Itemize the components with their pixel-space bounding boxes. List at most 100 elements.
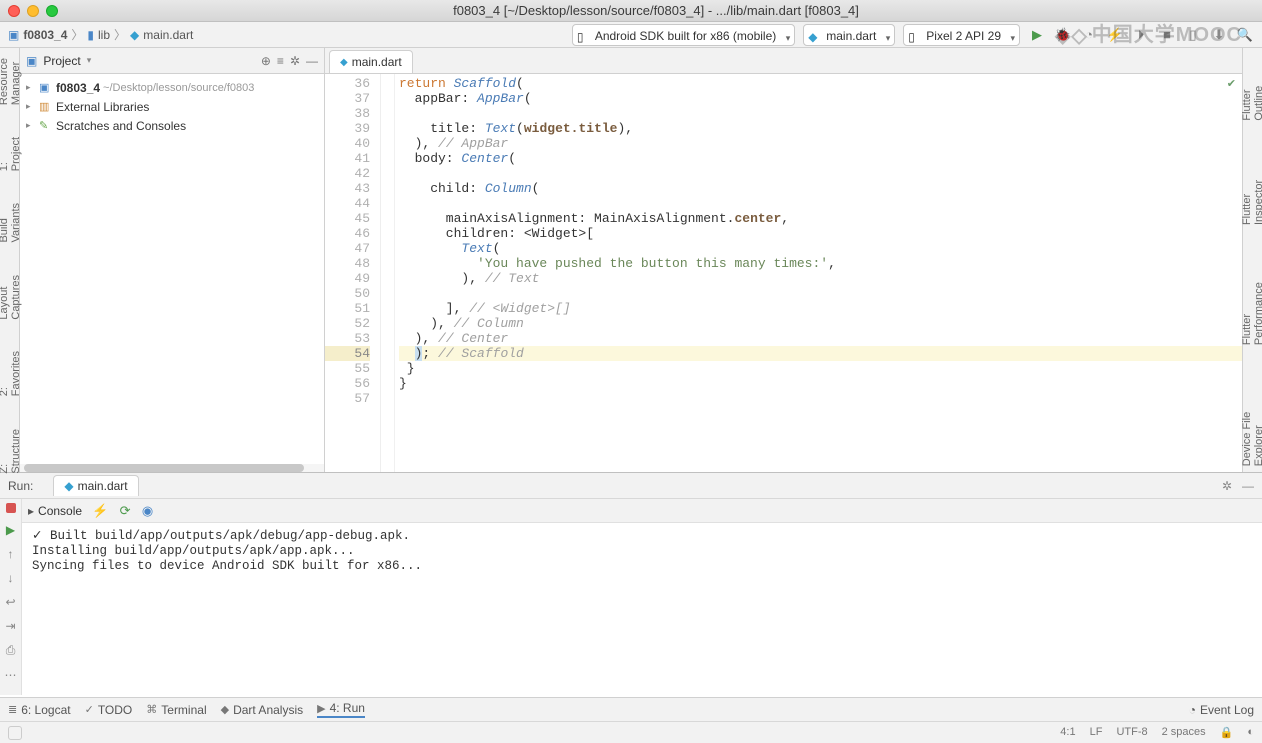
editor-area: ◆ main.dart 3637383940414243444546474849… [325, 48, 1242, 472]
device-selector[interactable]: ▯ Android SDK built for x86 (mobile) ▾ [572, 24, 795, 46]
bottom-tab-terminal[interactable]: ⌘Terminal [146, 703, 206, 717]
close-window[interactable] [8, 5, 20, 17]
horizontal-scrollbar[interactable] [20, 464, 324, 472]
rail-structure[interactable]: Z: Structure [0, 423, 22, 480]
editor-body[interactable]: 3637383940414243444546474849505152535455… [325, 74, 1242, 472]
window-title: f0803_4 [~/Desktop/lesson/source/f0803_4… [58, 3, 1254, 18]
crumb-folder[interactable]: lib [98, 28, 110, 42]
project-panel-header: ▣ Project ▾ ⊕ ≡ ✲ — [20, 48, 324, 74]
step-up-icon[interactable]: ↑ [8, 547, 14, 561]
run-config-label: main.dart [826, 29, 876, 43]
hot-reload-icon[interactable]: ⚡ [92, 503, 108, 518]
dart-file-icon: ◆ [340, 57, 348, 68]
run-left-toolbar: ▶ ↑ ↓ ↩ ⇥ ⎙ ⋯ [0, 499, 22, 695]
rail-layout-captures[interactable]: Layout Captures [0, 269, 22, 326]
sdk-manager-button[interactable]: ⬇ [1210, 26, 1228, 44]
rail-flutter-inspector[interactable]: Flutter Inspector [1241, 147, 1262, 231]
dart-file-icon: ◆ [64, 479, 73, 493]
breadcrumb[interactable]: ▣ f0803_4 〉 ▮ lib 〉 ◆ main.dart [8, 26, 193, 43]
more-icon[interactable]: ⋯ [5, 668, 17, 682]
right-tool-rail: Flutter Outline Flutter Inspector Flutte… [1242, 48, 1262, 472]
bottom-tab-6-logcat[interactable]: ≣6: Logcat [8, 703, 71, 717]
status-bar: 4:1 LF UTF-8 2 spaces 🔒 ◐ [0, 721, 1262, 743]
fold-strip[interactable] [381, 74, 395, 472]
print-icon[interactable]: ⎙ [6, 643, 16, 658]
search-icon[interactable]: 🔍 [1236, 26, 1254, 44]
run-button[interactable]: ▶ [1028, 26, 1046, 44]
chevron-right-icon: 〉 [114, 26, 126, 43]
rail-resource-manager[interactable]: Resource Manager [0, 52, 22, 111]
stop-button[interactable]: ■ [1158, 26, 1176, 44]
titlebar: f0803_4 [~/Desktop/lesson/source/f0803_4… [0, 0, 1262, 22]
status-hint-icon[interactable] [8, 726, 22, 740]
phone-icon: ▯ [908, 28, 915, 46]
minimize-window[interactable] [27, 5, 39, 17]
chevron-down-icon: ▾ [1010, 29, 1015, 47]
collapse-icon[interactable]: — [306, 54, 318, 68]
gear-icon[interactable]: ✲ [290, 54, 300, 68]
bottom-tab-dart-analysis[interactable]: ◆Dart Analysis [221, 703, 304, 717]
left-tool-rail: Resource Manager 1: Project Build Varian… [0, 48, 20, 472]
gear-icon[interactable]: ✲ [1222, 479, 1232, 493]
hot-reload-button[interactable]: ⚡ [1106, 26, 1124, 44]
stop-process-button[interactable] [6, 503, 16, 513]
rail-build-variants[interactable]: Build Variants [0, 197, 22, 249]
minimize-panel-icon[interactable]: — [1242, 479, 1254, 493]
run-config-selector[interactable]: ◆ main.dart ▾ [803, 24, 895, 46]
crumb-file[interactable]: main.dart [143, 28, 193, 42]
status-encoding[interactable]: UTF-8 [1116, 726, 1147, 739]
console-output[interactable]: ✓ Built build/app/outputs/apk/debug/app-… [22, 523, 1262, 695]
run-panel-header: Run: ◆ main.dart ✲ — [0, 473, 1262, 499]
window-controls [8, 5, 58, 17]
hot-restart-icon[interactable]: ⟳ [120, 503, 131, 518]
debug-button[interactable]: 🐞 [1054, 26, 1072, 44]
code-content[interactable]: return Scaffold( appBar: AppBar( title: … [395, 74, 1242, 472]
run-body: ▸ Console ⚡ ⟳ ◉ ✓ Built build/app/output… [22, 499, 1262, 695]
chevron-down-icon[interactable]: ▾ [87, 55, 92, 66]
status-position[interactable]: 4:1 [1060, 726, 1075, 739]
emulator-selector[interactable]: ▯ Pixel 2 API 29 ▾ [903, 24, 1020, 46]
rail-favorites[interactable]: 2: Favorites [0, 345, 22, 402]
rail-device-file-explorer[interactable]: Device File Explorer [1241, 371, 1262, 472]
main-area: Resource Manager 1: Project Build Varian… [0, 48, 1262, 472]
maximize-window[interactable] [46, 5, 58, 17]
console-toolbar: ▸ Console ⚡ ⟳ ◉ [22, 499, 1262, 523]
event-log-button[interactable]: ◔Event Log [1189, 703, 1254, 717]
bottom-tab-4-run[interactable]: ▶4: Run [317, 701, 365, 718]
step-down-icon[interactable]: ↓ [8, 571, 14, 585]
editor-tab-main[interactable]: ◆ main.dart [329, 50, 413, 73]
run-tab-label: main.dart [78, 479, 128, 493]
folder-icon: ▮ [87, 28, 94, 42]
sort-icon[interactable]: ≡ [277, 54, 284, 68]
inspector-icon[interactable]: ◐ [1247, 726, 1254, 739]
profile-button[interactable]: ◔ [1080, 26, 1098, 44]
attach-button[interactable]: ⏵ [1132, 26, 1150, 44]
rail-project[interactable]: 1: Project [0, 131, 22, 177]
open-devtools-icon[interactable]: ◉ [142, 503, 153, 518]
status-indent[interactable]: 2 spaces [1162, 726, 1206, 739]
rerun-button[interactable]: ▶ [6, 523, 15, 537]
line-gutter: 3637383940414243444546474849505152535455… [325, 74, 381, 472]
chevron-right-icon: 〉 [71, 26, 83, 43]
rail-flutter-outline[interactable]: Flutter Outline [1241, 52, 1262, 127]
run-tab-main[interactable]: ◆ main.dart [53, 475, 138, 496]
target-icon[interactable]: ⊕ [261, 54, 271, 68]
status-line-ending[interactable]: LF [1090, 726, 1103, 739]
rail-flutter-performance[interactable]: Flutter Performance [1241, 251, 1262, 351]
tab-icon: ✓ [85, 703, 94, 716]
scroll-end-icon[interactable]: ⇥ [5, 619, 15, 633]
inspection-ok-icon: ✔ [1227, 78, 1236, 93]
project-tree[interactable]: ▸▣f0803_4 ~/Desktop/lesson/source/f0803▸… [20, 74, 324, 464]
tab-icon: ⌘ [146, 703, 157, 716]
run-panel: Run: ◆ main.dart ✲ — ▶ ↑ ↓ ↩ ⇥ ⎙ ⋯ ▸ Con… [0, 472, 1262, 697]
device-label: Android SDK built for x86 (mobile) [595, 29, 776, 43]
crumb-project[interactable]: f0803_4 [23, 28, 67, 42]
bottom-tab-todo[interactable]: ✓TODO [85, 703, 133, 717]
console-tab[interactable]: ▸ Console [28, 504, 82, 518]
tree-row[interactable]: ▸✎Scratches and Consoles [20, 116, 324, 135]
avd-manager-button[interactable]: ▯ [1184, 26, 1202, 44]
tree-row[interactable]: ▸▥External Libraries [20, 97, 324, 116]
soft-wrap-icon[interactable]: ↩ [5, 595, 15, 609]
tree-row[interactable]: ▸▣f0803_4 ~/Desktop/lesson/source/f0803 [20, 78, 324, 97]
lock-icon[interactable]: 🔒 [1220, 726, 1234, 739]
